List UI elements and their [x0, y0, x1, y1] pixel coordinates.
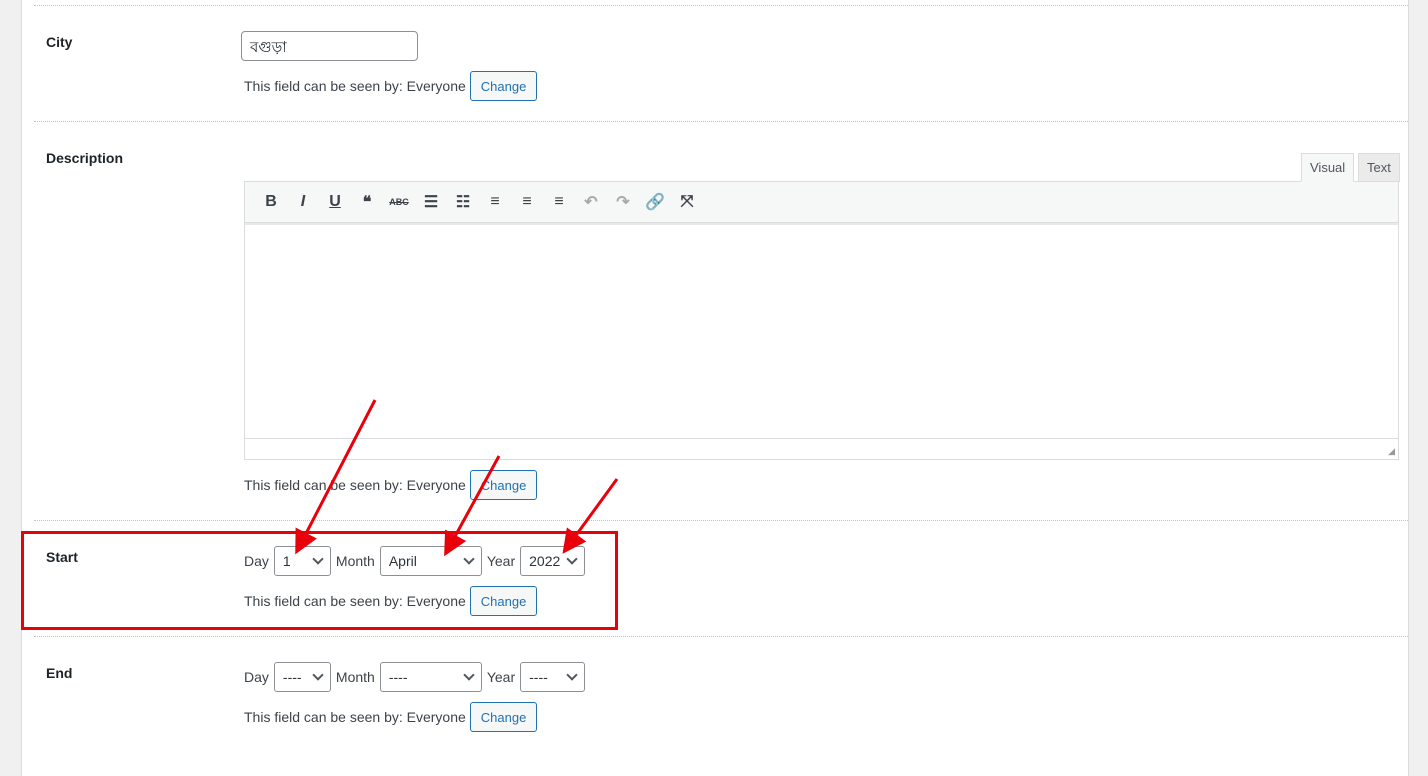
arrow-year — [562, 478, 619, 554]
annotation-arrows — [295, 399, 619, 557]
tab-visual[interactable]: Visual — [1301, 153, 1355, 182]
arrow-day — [295, 399, 377, 555]
arrow-month — [444, 455, 501, 557]
